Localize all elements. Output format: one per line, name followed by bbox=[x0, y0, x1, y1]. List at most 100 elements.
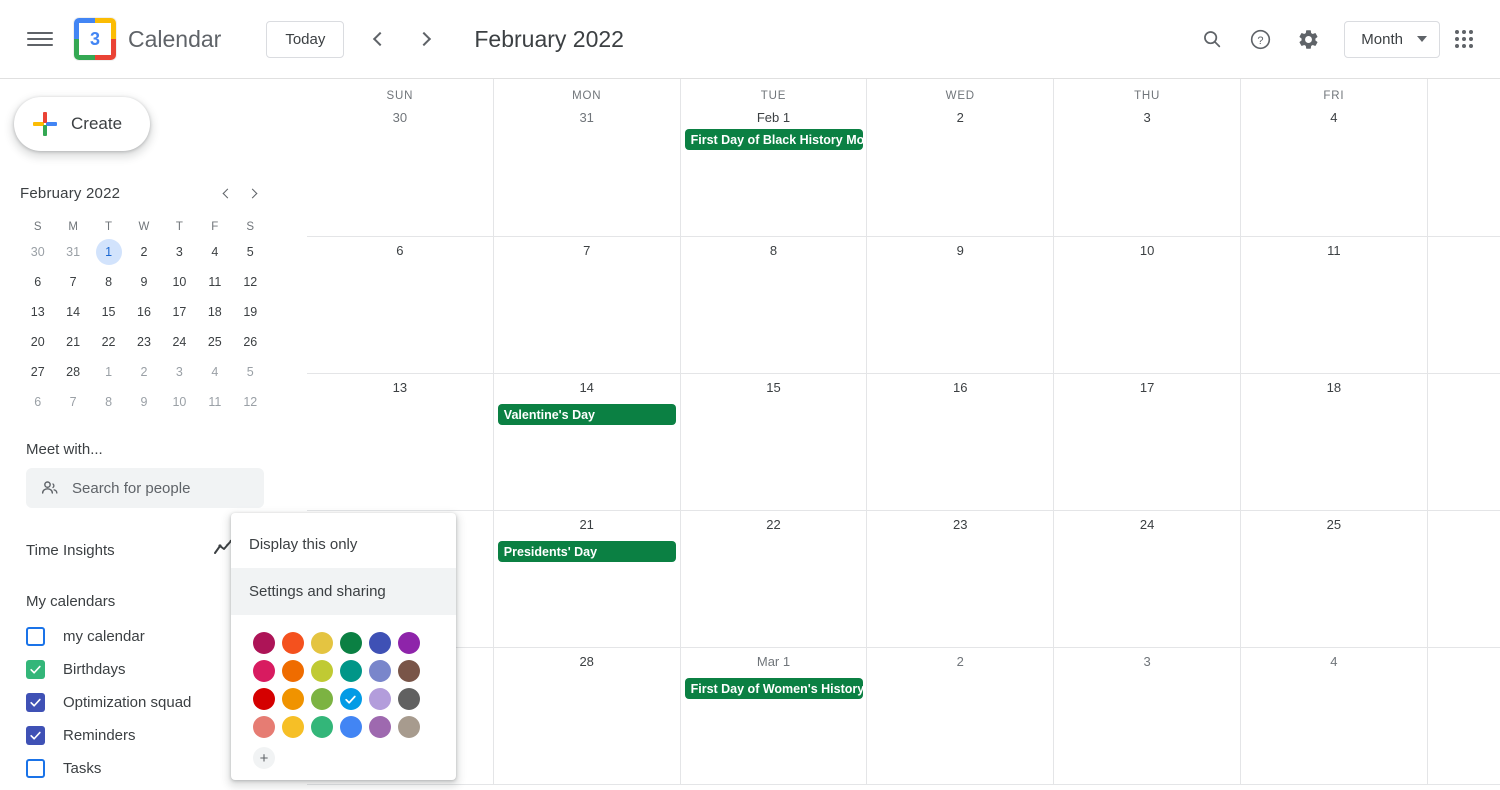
color-swatch[interactable] bbox=[253, 688, 275, 710]
color-swatch[interactable] bbox=[369, 632, 391, 654]
month-grid-day-cell[interactable]: 8 bbox=[681, 237, 868, 374]
color-swatch[interactable] bbox=[369, 688, 391, 710]
month-grid-day-cell[interactable]: 24 bbox=[1054, 511, 1241, 648]
google-apps-button[interactable] bbox=[1440, 15, 1488, 63]
day-number[interactable]: 2 bbox=[867, 102, 1053, 126]
mini-calendar-day[interactable]: 9 bbox=[131, 269, 157, 295]
day-number[interactable]: 17 bbox=[1054, 374, 1240, 396]
month-grid-day-cell[interactable]: 4 bbox=[1241, 648, 1428, 785]
month-grid-day-cell[interactable]: 3 bbox=[1054, 648, 1241, 785]
color-swatch[interactable] bbox=[282, 632, 304, 654]
mini-calendar-next-button[interactable] bbox=[240, 179, 268, 207]
color-swatch[interactable] bbox=[311, 716, 333, 738]
day-number[interactable]: 31 bbox=[494, 102, 680, 126]
mini-calendar-day[interactable]: 5 bbox=[237, 359, 263, 385]
color-swatch[interactable] bbox=[253, 632, 275, 654]
month-grid-day-cell[interactable]: 22 bbox=[681, 511, 868, 648]
mini-calendar-day[interactable]: 7 bbox=[60, 389, 86, 415]
time-insights-section[interactable]: Time Insights bbox=[26, 536, 236, 565]
mini-calendar-day[interactable]: 4 bbox=[202, 239, 228, 265]
mini-calendar-prev-button[interactable] bbox=[212, 179, 240, 207]
mini-calendar-day[interactable]: 6 bbox=[25, 269, 51, 295]
checkbox-unchecked-icon[interactable] bbox=[26, 759, 45, 778]
color-swatch[interactable] bbox=[340, 716, 362, 738]
mini-calendar-day[interactable]: 15 bbox=[96, 299, 122, 325]
day-number[interactable]: 9 bbox=[867, 237, 1053, 259]
day-number[interactable]: 23 bbox=[867, 511, 1053, 533]
month-grid-day-cell[interactable]: 12 bbox=[1428, 237, 1500, 374]
day-number[interactable]: 18 bbox=[1241, 374, 1427, 396]
help-button[interactable]: ? bbox=[1236, 15, 1284, 63]
search-button[interactable] bbox=[1188, 15, 1236, 63]
day-number[interactable]: 2 bbox=[867, 648, 1053, 670]
month-grid-day-cell[interactable]: 18 bbox=[1241, 374, 1428, 511]
mini-calendar-day[interactable]: 2 bbox=[131, 239, 157, 265]
checkbox-unchecked-icon[interactable] bbox=[26, 627, 45, 646]
mini-calendar-day[interactable]: 25 bbox=[202, 329, 228, 355]
event-chip[interactable]: Valentine's Day bbox=[498, 404, 676, 425]
color-swatch[interactable] bbox=[369, 660, 391, 682]
day-number[interactable]: 3 bbox=[1054, 102, 1240, 126]
month-grid-day-cell[interactable]: SUN30 bbox=[307, 79, 494, 237]
day-number[interactable]: 6 bbox=[307, 237, 493, 259]
next-month-button[interactable] bbox=[402, 15, 450, 63]
mini-calendar-day[interactable]: 11 bbox=[202, 389, 228, 415]
month-grid-day-cell[interactable]: FRI4 bbox=[1241, 79, 1428, 237]
mini-calendar-day[interactable]: 13 bbox=[25, 299, 51, 325]
color-swatch[interactable] bbox=[253, 660, 275, 682]
color-swatch[interactable] bbox=[282, 660, 304, 682]
mini-calendar-day[interactable]: 14 bbox=[60, 299, 86, 325]
day-number[interactable]: 5 bbox=[1428, 648, 1500, 670]
day-number[interactable]: 4 bbox=[1241, 102, 1427, 126]
context-menu-item[interactable]: Settings and sharing bbox=[231, 568, 456, 615]
today-button[interactable]: Today bbox=[266, 21, 344, 58]
event-chip[interactable]: First Day of Black History Month bbox=[685, 129, 863, 150]
color-swatch[interactable] bbox=[311, 660, 333, 682]
day-number[interactable]: 16 bbox=[867, 374, 1053, 396]
month-grid-day-cell[interactable]: 21Presidents' Day bbox=[494, 511, 681, 648]
day-number[interactable]: 4 bbox=[1241, 648, 1427, 670]
day-number[interactable]: 11 bbox=[1241, 237, 1427, 259]
mini-calendar-day[interactable]: 28 bbox=[60, 359, 86, 385]
day-number[interactable]: 8 bbox=[681, 237, 867, 259]
month-grid-day-cell[interactable]: 23 bbox=[867, 511, 1054, 648]
month-grid-day-cell[interactable]: TUEFeb 1First Day of Black History Month bbox=[681, 79, 868, 237]
mini-calendar-day[interactable]: 1 bbox=[96, 359, 122, 385]
color-swatch[interactable] bbox=[398, 632, 420, 654]
month-grid-day-cell[interactable]: 26 bbox=[1428, 511, 1500, 648]
color-swatch[interactable] bbox=[340, 660, 362, 682]
day-number[interactable]: 30 bbox=[307, 102, 493, 126]
mini-calendar-day[interactable]: 6 bbox=[25, 389, 51, 415]
day-number[interactable]: 24 bbox=[1054, 511, 1240, 533]
mini-calendar-day[interactable]: 1 bbox=[96, 239, 122, 265]
mini-calendar-day[interactable]: 31 bbox=[60, 239, 86, 265]
month-grid-day-cell[interactable]: 5 bbox=[1428, 648, 1500, 785]
mini-calendar-day[interactable]: 10 bbox=[166, 389, 192, 415]
previous-month-button[interactable] bbox=[354, 15, 402, 63]
mini-calendar-day[interactable]: 27 bbox=[25, 359, 51, 385]
main-menu-button[interactable] bbox=[16, 15, 64, 63]
checkbox-checked-icon[interactable] bbox=[26, 693, 45, 712]
day-number[interactable]: 13 bbox=[307, 374, 493, 396]
mini-calendar-day[interactable]: 3 bbox=[166, 239, 192, 265]
day-number[interactable]: 28 bbox=[494, 648, 680, 670]
checkbox-checked-icon[interactable] bbox=[26, 660, 45, 679]
mini-calendar-day[interactable]: 3 bbox=[166, 359, 192, 385]
day-number[interactable]: 10 bbox=[1054, 237, 1240, 259]
mini-calendar-day[interactable]: 24 bbox=[166, 329, 192, 355]
mini-calendar-day[interactable]: 4 bbox=[202, 359, 228, 385]
month-grid-day-cell[interactable]: THU3 bbox=[1054, 79, 1241, 237]
month-grid-day-cell[interactable]: 16 bbox=[867, 374, 1054, 511]
color-swatch[interactable] bbox=[398, 716, 420, 738]
mini-calendar-day[interactable]: 30 bbox=[25, 239, 51, 265]
color-swatch[interactable] bbox=[369, 716, 391, 738]
month-grid-day-cell[interactable]: 9 bbox=[867, 237, 1054, 374]
color-swatch[interactable] bbox=[311, 688, 333, 710]
day-number[interactable]: 12 bbox=[1428, 237, 1500, 259]
day-number[interactable]: 22 bbox=[681, 511, 867, 533]
settings-button[interactable] bbox=[1284, 15, 1332, 63]
month-grid-day-cell[interactable]: Mar 1First Day of Women's History Month bbox=[681, 648, 868, 785]
day-number[interactable]: 14 bbox=[494, 374, 680, 396]
event-chip[interactable]: Presidents' Day bbox=[498, 541, 676, 562]
brand[interactable]: 3 Calendar bbox=[74, 18, 221, 60]
